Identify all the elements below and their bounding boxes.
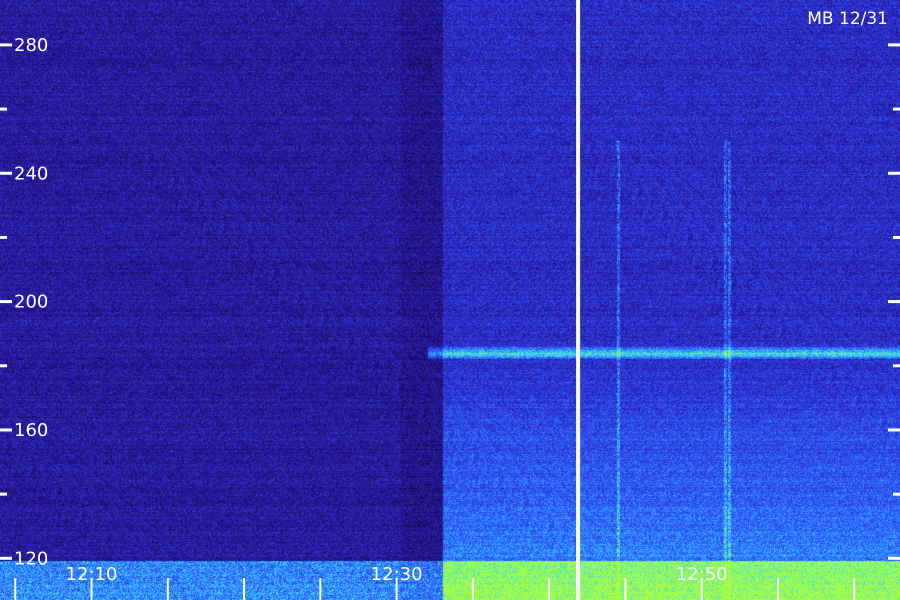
x-tick-label: 12:50 [676, 564, 728, 585]
spectrogram-overlay: 280 240 200 160 120 12:10 12:30 12:50 MB 12/31 [0, 0, 900, 600]
date-stamp: MB 12/31 [807, 9, 888, 29]
y-tick-label: 120 [14, 548, 48, 569]
y-axis: 280 240 200 160 120 [0, 35, 900, 569]
spectrogram: 280 240 200 160 120 12:10 12:30 12:50 MB 12/31 [0, 0, 900, 600]
y-tick-label: 280 [14, 35, 48, 56]
y-tick-label: 240 [14, 163, 48, 184]
x-tick-label: 12:10 [66, 564, 118, 585]
y-tick-label: 160 [14, 420, 48, 441]
y-tick-label: 200 [14, 292, 48, 313]
x-axis: 12:10 12:30 12:50 [14, 564, 856, 600]
x-tick-label: 12:30 [371, 564, 423, 585]
